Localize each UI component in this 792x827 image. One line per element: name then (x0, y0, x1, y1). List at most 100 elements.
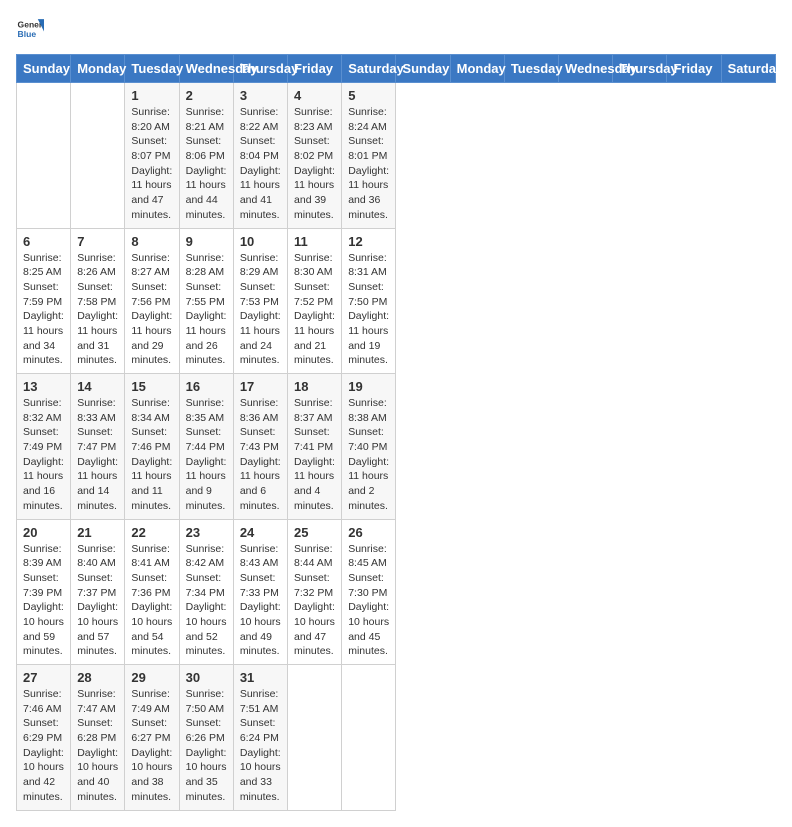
calendar-table: SundayMondayTuesdayWednesdayThursdayFrid… (16, 54, 776, 811)
day-detail: Sunrise: 7:50 AMSunset: 6:26 PMDaylight:… (186, 687, 227, 805)
day-number: 30 (186, 670, 227, 685)
day-number: 20 (23, 525, 64, 540)
day-number: 10 (240, 234, 281, 249)
day-number: 27 (23, 670, 64, 685)
calendar-cell: 5 Sunrise: 8:24 AMSunset: 8:01 PMDaylight… (342, 83, 396, 229)
calendar-cell: 29 Sunrise: 7:49 AMSunset: 6:27 PMDayligh… (125, 665, 179, 811)
calendar-cell: 25 Sunrise: 8:44 AMSunset: 7:32 PMDayligh… (288, 519, 342, 665)
calendar-cell: 18Sunrise: 8:37 AMSunset: 7:41 PMDayligh… (288, 374, 342, 520)
day-detail: Sunrise: 8:29 AMSunset: 7:53 PMDaylight:… (240, 251, 281, 369)
calendar-cell: 3 Sunrise: 8:22 AMSunset: 8:04 PMDaylight… (233, 83, 287, 229)
header-wednesday: Wednesday (179, 55, 233, 83)
day-detail: Sunrise: 7:47 AMSunset: 6:28 PMDaylight:… (77, 687, 118, 805)
day-detail: Sunrise: 8:41 AMSunset: 7:36 PMDaylight:… (131, 542, 172, 660)
calendar-cell: 27Sunrise: 7:46 AMSunset: 6:29 PMDayligh… (17, 665, 71, 811)
calendar-week-row: 13 Sunrise: 8:32 AMSunset: 7:49 PMDayligh… (17, 374, 776, 520)
calendar-cell: 7 Sunrise: 8:26 AMSunset: 7:58 PMDaylight… (71, 228, 125, 374)
header-tuesday: Tuesday (504, 55, 558, 83)
day-detail: Sunrise: 8:24 AMSunset: 8:01 PMDaylight:… (348, 105, 389, 223)
calendar-header-row: SundayMondayTuesdayWednesdayThursdayFrid… (17, 55, 776, 83)
day-detail: Sunrise: 7:49 AMSunset: 6:27 PMDaylight:… (131, 687, 172, 805)
day-detail: Sunrise: 8:37 AMSunset: 7:41 PMDaylight:… (294, 396, 335, 514)
day-detail: Sunrise: 8:31 AMSunset: 7:50 PMDaylight:… (348, 251, 389, 369)
day-detail: Sunrise: 8:38 AMSunset: 7:40 PMDaylight:… (348, 396, 389, 514)
logo-icon: General Blue (16, 16, 44, 44)
day-number: 29 (131, 670, 172, 685)
logo: General Blue (16, 16, 48, 44)
header-saturday: Saturday (342, 55, 396, 83)
day-number: 9 (186, 234, 227, 249)
day-number: 3 (240, 88, 281, 103)
calendar-cell: 10 Sunrise: 8:29 AMSunset: 7:53 PMDayligh… (233, 228, 287, 374)
day-detail: Sunrise: 8:40 AMSunset: 7:37 PMDaylight:… (77, 542, 118, 660)
calendar-week-row: 27Sunrise: 7:46 AMSunset: 6:29 PMDayligh… (17, 665, 776, 811)
header-sunday: Sunday (396, 55, 450, 83)
day-detail: Sunrise: 8:22 AMSunset: 8:04 PMDaylight:… (240, 105, 281, 223)
day-number: 24 (240, 525, 281, 540)
day-detail: Sunrise: 8:45 AMSunset: 7:30 PMDaylight:… (348, 542, 389, 660)
day-detail: Sunrise: 8:44 AMSunset: 7:32 PMDaylight:… (294, 542, 335, 660)
calendar-cell: 9Sunrise: 8:28 AMSunset: 7:55 PMDaylight… (179, 228, 233, 374)
day-number: 22 (131, 525, 172, 540)
header-monday: Monday (450, 55, 504, 83)
calendar-cell: 24 Sunrise: 8:43 AMSunset: 7:33 PMDayligh… (233, 519, 287, 665)
calendar-cell: 14Sunrise: 8:33 AMSunset: 7:47 PMDayligh… (71, 374, 125, 520)
calendar-cell: 23Sunrise: 8:42 AMSunset: 7:34 PMDayligh… (179, 519, 233, 665)
calendar-cell: 20 Sunrise: 8:39 AMSunset: 7:39 PMDayligh… (17, 519, 71, 665)
calendar-cell: 19 Sunrise: 8:38 AMSunset: 7:40 PMDayligh… (342, 374, 396, 520)
day-detail: Sunrise: 8:39 AMSunset: 7:39 PMDaylight:… (23, 542, 64, 660)
day-detail: Sunrise: 8:30 AMSunset: 7:52 PMDaylight:… (294, 251, 335, 369)
calendar-cell (342, 665, 396, 811)
header-friday: Friday (288, 55, 342, 83)
svg-text:Blue: Blue (18, 29, 37, 39)
day-number: 6 (23, 234, 64, 249)
day-detail: Sunrise: 8:25 AMSunset: 7:59 PMDaylight:… (23, 251, 64, 369)
calendar-cell: 11 Sunrise: 8:30 AMSunset: 7:52 PMDayligh… (288, 228, 342, 374)
day-number: 7 (77, 234, 118, 249)
calendar-cell: 2 Sunrise: 8:21 AMSunset: 8:06 PMDaylight… (179, 83, 233, 229)
calendar-cell: 21 Sunrise: 8:40 AMSunset: 7:37 PMDayligh… (71, 519, 125, 665)
calendar-week-row: 1 Sunrise: 8:20 AMSunset: 8:07 PMDaylight… (17, 83, 776, 229)
day-number: 23 (186, 525, 227, 540)
day-detail: Sunrise: 8:21 AMSunset: 8:06 PMDaylight:… (186, 105, 227, 223)
day-detail: Sunrise: 8:26 AMSunset: 7:58 PMDaylight:… (77, 251, 118, 369)
day-detail: Sunrise: 8:43 AMSunset: 7:33 PMDaylight:… (240, 542, 281, 660)
day-detail: Sunrise: 7:51 AMSunset: 6:24 PMDaylight:… (240, 687, 281, 805)
day-number: 12 (348, 234, 389, 249)
day-detail: Sunrise: 8:32 AMSunset: 7:49 PMDaylight:… (23, 396, 64, 514)
day-number: 25 (294, 525, 335, 540)
calendar-cell: 15Sunrise: 8:34 AMSunset: 7:46 PMDayligh… (125, 374, 179, 520)
calendar-cell: 22 Sunrise: 8:41 AMSunset: 7:36 PMDayligh… (125, 519, 179, 665)
day-number: 26 (348, 525, 389, 540)
calendar-week-row: 6 Sunrise: 8:25 AMSunset: 7:59 PMDaylight… (17, 228, 776, 374)
day-number: 31 (240, 670, 281, 685)
day-detail: Sunrise: 8:20 AMSunset: 8:07 PMDaylight:… (131, 105, 172, 223)
day-number: 28 (77, 670, 118, 685)
calendar-cell: 1 Sunrise: 8:20 AMSunset: 8:07 PMDaylight… (125, 83, 179, 229)
calendar-cell: 17Sunrise: 8:36 AMSunset: 7:43 PMDayligh… (233, 374, 287, 520)
page-header: General Blue (16, 16, 776, 44)
header-monday: Monday (71, 55, 125, 83)
calendar-cell: 30 Sunrise: 7:50 AMSunset: 6:26 PMDayligh… (179, 665, 233, 811)
calendar-cell: 8Sunrise: 8:27 AMSunset: 7:56 PMDaylight… (125, 228, 179, 374)
calendar-week-row: 20 Sunrise: 8:39 AMSunset: 7:39 PMDayligh… (17, 519, 776, 665)
day-number: 11 (294, 234, 335, 249)
calendar-cell: 26 Sunrise: 8:45 AMSunset: 7:30 PMDayligh… (342, 519, 396, 665)
header-wednesday: Wednesday (559, 55, 613, 83)
header-thursday: Thursday (613, 55, 667, 83)
day-number: 5 (348, 88, 389, 103)
day-number: 1 (131, 88, 172, 103)
calendar-cell: 31 Sunrise: 7:51 AMSunset: 6:24 PMDayligh… (233, 665, 287, 811)
day-detail: Sunrise: 8:23 AMSunset: 8:02 PMDaylight:… (294, 105, 335, 223)
day-number: 15 (131, 379, 172, 394)
calendar-cell: 13 Sunrise: 8:32 AMSunset: 7:49 PMDayligh… (17, 374, 71, 520)
day-number: 19 (348, 379, 389, 394)
day-number: 13 (23, 379, 64, 394)
day-number: 2 (186, 88, 227, 103)
day-number: 21 (77, 525, 118, 540)
day-detail: Sunrise: 8:35 AMSunset: 7:44 PMDaylight:… (186, 396, 227, 514)
calendar-cell: 16Sunrise: 8:35 AMSunset: 7:44 PMDayligh… (179, 374, 233, 520)
calendar-cell (288, 665, 342, 811)
header-friday: Friday (667, 55, 721, 83)
calendar-cell: 4Sunrise: 8:23 AMSunset: 8:02 PMDaylight… (288, 83, 342, 229)
